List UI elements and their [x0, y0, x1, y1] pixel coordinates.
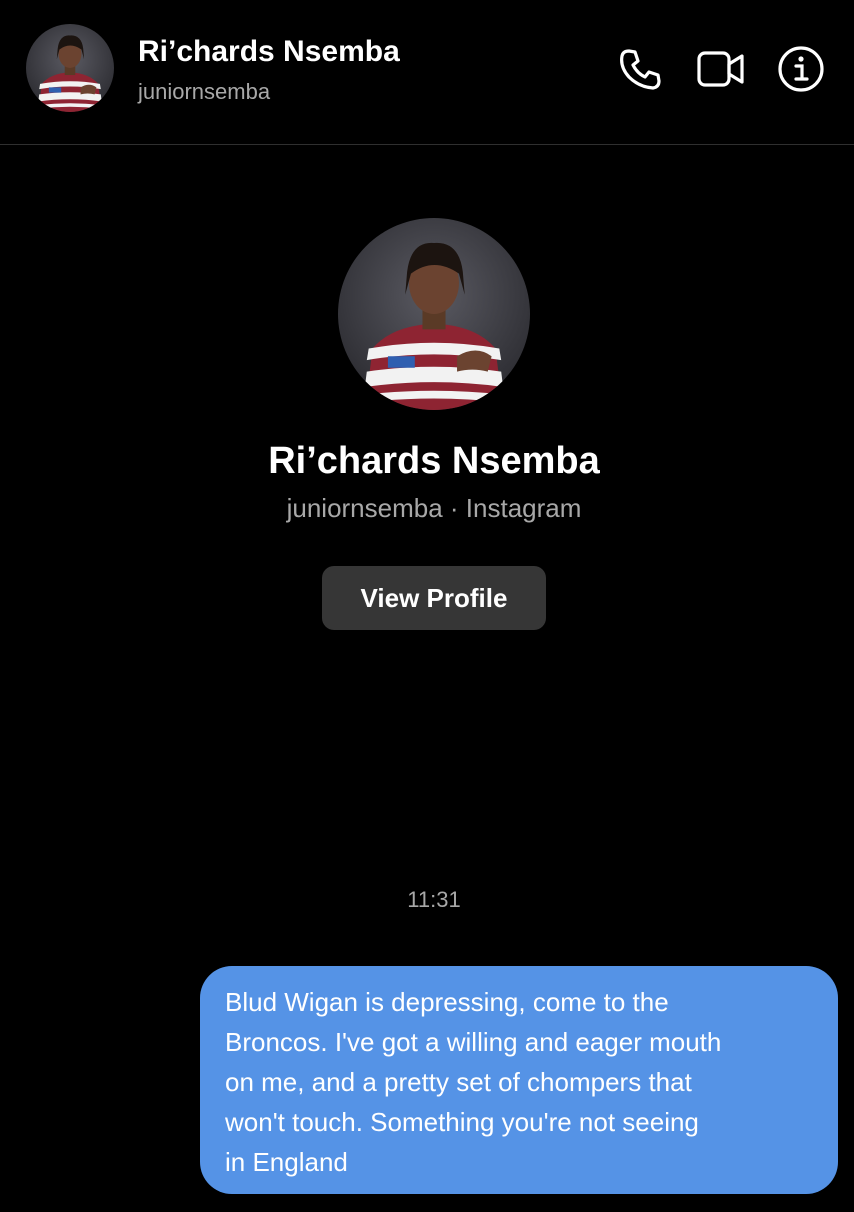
profile-display-name: Ri’chards Nsemba [268, 440, 600, 482]
chat-header: Ri’chards Nsemba juniornsemba [0, 0, 854, 145]
avatar-photo [26, 24, 114, 112]
message-line: Blud Wigan is depressing, come to the [225, 987, 669, 1017]
avatar[interactable] [26, 24, 114, 112]
video-camera-icon[interactable] [696, 44, 746, 94]
message-timestamp: 11:31 [407, 887, 461, 912]
message-line: won't touch. Something you're not seeing [225, 1107, 699, 1137]
header-display-name: Ri’chards Nsemba [138, 35, 400, 68]
phone-icon[interactable] [616, 44, 666, 94]
message-line: in England [225, 1147, 348, 1177]
header-username: juniornsemba [138, 79, 271, 104]
message-line: on me, and a pretty set of chompers that [225, 1067, 692, 1097]
outgoing-message-bubble[interactable]: Blud Wigan is depressing, come to the Br… [200, 966, 838, 1194]
view-profile-button[interactable]: View Profile [322, 566, 546, 630]
message-line: Broncos. I've got a willing and eager mo… [225, 1027, 722, 1057]
profile-avatar [338, 218, 530, 410]
profile-photo [338, 218, 530, 410]
info-icon[interactable] [776, 44, 826, 94]
profile-subtitle: juniornsemba · Instagram [286, 493, 582, 523]
